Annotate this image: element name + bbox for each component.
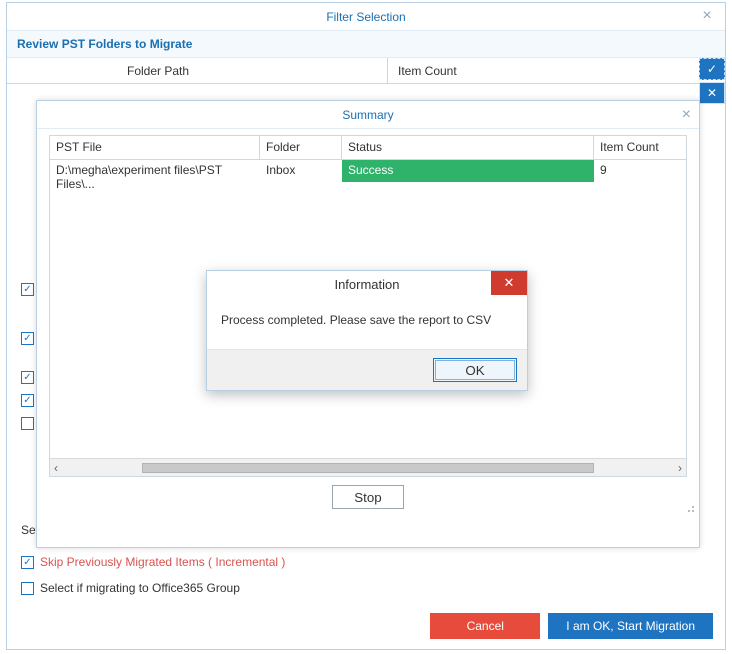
column-item-count: Item Count bbox=[594, 136, 686, 159]
information-dialog: Information ✕ Process completed. Please … bbox=[206, 270, 528, 391]
checkbox-row-3[interactable]: ✓ bbox=[21, 371, 34, 384]
checkbox-row-1[interactable]: ✓ bbox=[21, 283, 34, 296]
checkbox-row-4[interactable]: ✓ bbox=[21, 394, 34, 407]
close-icon[interactable]: × bbox=[697, 7, 717, 27]
information-title: Information bbox=[334, 277, 399, 292]
information-footer: OK bbox=[207, 350, 527, 390]
left-checkbox-column: ✓ ✓ ✓ ✓ bbox=[21, 283, 34, 430]
resize-grip-icon[interactable] bbox=[683, 501, 695, 513]
summary-table-header: PST File Folder Status Item Count bbox=[50, 136, 686, 160]
close-icon[interactable]: × bbox=[682, 106, 691, 124]
skip-checkbox[interactable]: ✓ bbox=[21, 556, 34, 569]
skip-label: Skip Previously Migrated Items ( Increme… bbox=[40, 555, 285, 569]
filter-selection-title: Filter Selection bbox=[326, 10, 405, 24]
summary-titlebar: Summary × bbox=[37, 101, 699, 129]
horizontal-scrollbar[interactable]: ‹ › bbox=[50, 458, 686, 476]
dialog-footer: Cancel I am OK, Start Migration bbox=[430, 613, 713, 639]
checkbox-row-2[interactable]: ✓ bbox=[21, 332, 34, 345]
scroll-right-icon[interactable]: › bbox=[678, 461, 682, 475]
cell-count: 9 bbox=[594, 160, 686, 182]
table-row: D:\megha\experiment files\PST Files\... … bbox=[50, 160, 686, 182]
office365-group-row[interactable]: Select if migrating to Office365 Group bbox=[21, 581, 240, 595]
information-titlebar: Information ✕ bbox=[207, 271, 527, 297]
information-message: Process completed. Please save the repor… bbox=[207, 297, 527, 350]
deselect-all-icon[interactable]: ✕ bbox=[699, 82, 725, 104]
office365-label: Select if migrating to Office365 Group bbox=[40, 581, 240, 595]
checkbox-row-5[interactable] bbox=[21, 417, 34, 430]
column-item-count: Item Count bbox=[387, 58, 725, 83]
filter-selection-titlebar: Filter Selection × bbox=[7, 3, 725, 31]
cell-folder: Inbox bbox=[260, 160, 342, 182]
select-all-icon[interactable]: ✓ bbox=[699, 58, 725, 80]
scrollbar-thumb[interactable] bbox=[142, 463, 594, 473]
summary-title: Summary bbox=[342, 108, 393, 122]
close-icon[interactable]: ✕ bbox=[491, 271, 527, 295]
stop-button[interactable]: Stop bbox=[332, 485, 404, 509]
column-status: Status bbox=[342, 136, 594, 159]
cell-pst: D:\megha\experiment files\PST Files\... bbox=[50, 160, 260, 182]
column-pst-file: PST File bbox=[50, 136, 260, 159]
start-migration-button[interactable]: I am OK, Start Migration bbox=[548, 613, 713, 639]
office365-checkbox[interactable] bbox=[21, 582, 34, 595]
column-folder-path: Folder Path bbox=[67, 64, 387, 78]
folder-table-header: Folder Path Item Count ✓ ✕ bbox=[7, 58, 725, 84]
summary-footer: Stop bbox=[37, 477, 699, 517]
column-folder: Folder bbox=[260, 136, 342, 159]
scroll-left-icon[interactable]: ‹ bbox=[54, 461, 58, 475]
skip-previously-migrated-row[interactable]: ✓ Skip Previously Migrated Items ( Incre… bbox=[21, 555, 285, 569]
ok-button[interactable]: OK bbox=[433, 358, 517, 382]
cell-status: Success bbox=[342, 160, 594, 182]
review-heading: Review PST Folders to Migrate bbox=[7, 31, 725, 58]
cancel-button[interactable]: Cancel bbox=[430, 613, 540, 639]
